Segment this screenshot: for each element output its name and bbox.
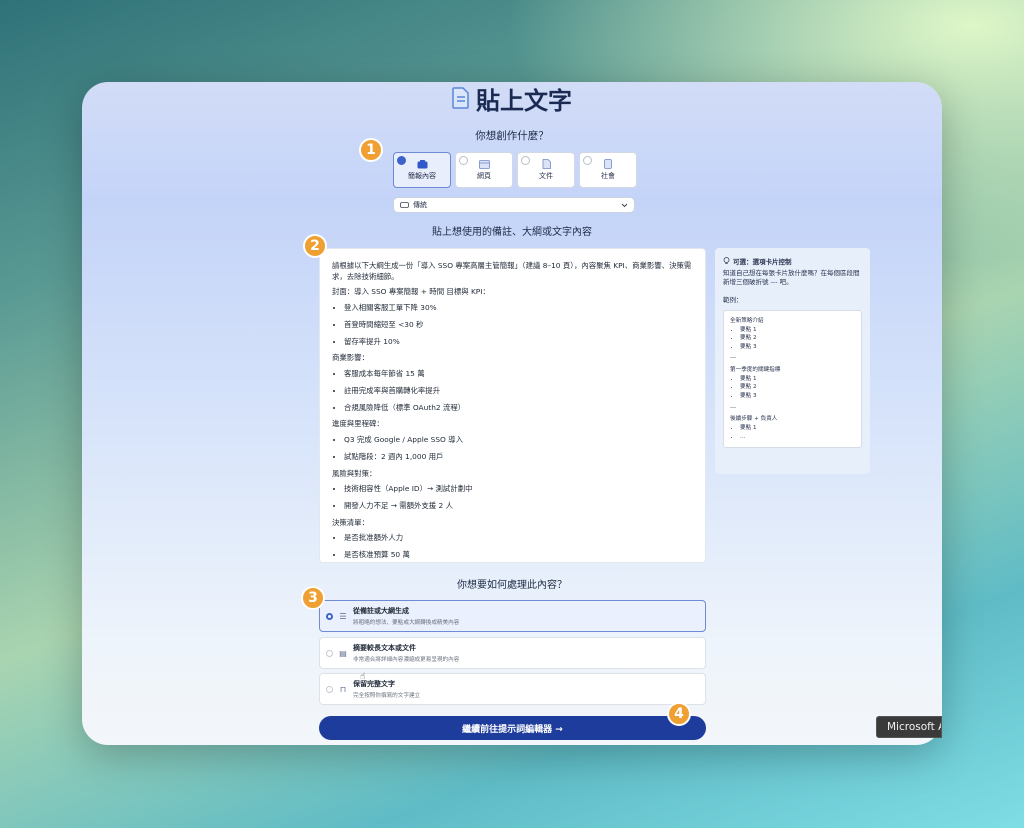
card-icon — [400, 202, 409, 208]
content-type-selector: 簡報內容 網頁 文件 社會 — [393, 152, 637, 188]
presentation-icon — [417, 159, 427, 168]
option-desc: 完全按照你撰寫的文字建立 — [353, 693, 421, 699]
page-title: 貼上文字 — [476, 86, 572, 115]
lightbulb-icon — [723, 257, 730, 264]
option-title: 摘要較長文本或文件 — [353, 644, 416, 652]
example-item: 要點 2 — [740, 334, 855, 343]
example-item: 要點 1 — [740, 326, 855, 335]
type-card-document[interactable]: 文件 — [517, 152, 575, 188]
list-item: 技術相容性（Apple ID）→ 測試計劃中 — [344, 484, 693, 495]
option-desc: 將粗略的想法、要點或大綱轉換成精美內容 — [353, 620, 460, 626]
radio-unchecked — [326, 685, 333, 693]
list-icon: ☰ — [339, 611, 347, 621]
example-item: ... — [740, 433, 855, 442]
document-icon — [452, 87, 469, 109]
webpage-icon — [478, 159, 490, 169]
paste-heading: 貼上想使用的備註、大綱或文字內容 — [432, 227, 592, 238]
step-badge-1: 1 — [359, 138, 383, 162]
type-label: 簡報內容 — [408, 171, 436, 180]
option-title: 從備註或大綱生成 — [353, 607, 409, 615]
step-badge-4: 4 — [667, 702, 691, 726]
type-card-presentation[interactable]: 簡報內容 — [393, 152, 451, 188]
example-heading: 第一季度的關鍵指標 — [730, 367, 781, 374]
example-heading: 全新策略介紹 — [730, 317, 764, 324]
example-item: 要點 3 — [740, 392, 855, 401]
content-textarea[interactable]: 請根據以下大綱生成一份「導入 SSO 專案高層主管簡報」（建議 8–10 頁），… — [319, 248, 706, 563]
option-desc: 非常適合將詳細內容濃縮成更易呈現的內容 — [353, 657, 460, 663]
type-label: 網頁 — [477, 171, 491, 180]
page-header: 貼上文字 — [82, 82, 942, 115]
section-heading: 封面：導入 SSO 專案簡報 + 時間 目標與 KPI： — [332, 287, 490, 297]
process-question: 你想要如何處理此內容？ — [457, 580, 567, 591]
type-card-social[interactable]: 社會 — [579, 152, 637, 188]
tip-example-box: 全新策略介紹 要點 1 要點 2 要點 3 --- 第一季度的關鍵指標 要點 1… — [723, 309, 862, 449]
list-item: 首登時間縮短至 <30 秒 — [344, 320, 693, 331]
document-icon — [542, 159, 551, 169]
example-item: 要點 2 — [740, 383, 855, 392]
create-question: 你想創作什麼？ — [475, 130, 549, 142]
radio-unchecked — [521, 156, 530, 165]
app-window: 貼上文字 你想創作什麼？ 簡報內容 網頁 文件 社會 傳統 貼上想使用的備註、大… — [82, 82, 942, 745]
list-item: Q3 完成 Google / Apple SSO 導入 — [344, 435, 693, 446]
radio-checked — [397, 156, 406, 165]
tip-title-text: 可選：選項卡片控制 — [733, 258, 792, 266]
list-item: 登入相關客服工單下降 30% — [344, 303, 693, 314]
option-generate[interactable]: ☰ 從備註或大綱生成 將粗略的想法、要點或大綱轉換成精美內容 — [319, 600, 706, 632]
editor-intro: 請根據以下大綱生成一份「導入 SSO 專案高層主管簡報」（建議 8–10 頁），… — [332, 261, 692, 281]
tip-example-label: 範例： — [723, 295, 743, 304]
section-heading: 決策清單： — [332, 517, 369, 527]
list-item: 合規風險降低（標準 OAuth2 流程） — [344, 403, 693, 414]
option-summarize[interactable]: ▤ 摘要較長文本或文件 非常適合將詳細內容濃縮成更易呈現的內容 — [319, 637, 706, 669]
type-label: 社會 — [601, 172, 615, 180]
list-item: 是否核准預算 50 萬 — [344, 550, 693, 561]
taskbar-tooltip: Microsoft A — [876, 716, 942, 738]
section-heading: 風險與對策： — [332, 468, 377, 478]
option-preserve[interactable]: ⊓ 保留完整文字 完全按照你撰寫的文字建立 — [319, 673, 706, 705]
section-heading: 商業影響： — [332, 353, 369, 363]
list-item: 客服成本每年節省 15 萬 — [344, 369, 693, 380]
type-label: 文件 — [539, 172, 553, 180]
file-icon: ▤ — [339, 648, 347, 658]
step-badge-2: 2 — [303, 234, 327, 258]
section-heading: 進度與里程碑： — [332, 419, 384, 429]
list-item: 註冊完成率與首購轉化率提升 — [344, 386, 693, 397]
type-card-webpage[interactable]: 網頁 — [455, 152, 513, 188]
example-item: 要點 1 — [740, 424, 855, 433]
list-item: 試點階段：2 週內 1,000 用戶 — [344, 452, 693, 463]
lock-icon: ⊓ — [339, 684, 347, 694]
example-heading: 後續步驟 + 負責人 — [730, 416, 778, 423]
list-item: 留存率提升 10% — [344, 337, 693, 348]
radio-unchecked — [583, 156, 592, 165]
example-separator: --- — [730, 355, 737, 362]
radio-unchecked — [459, 156, 468, 165]
hand-cursor-icon: ☝ — [360, 672, 366, 682]
list-item: 開發人力不足 → 需額外支援 2 人 — [344, 501, 693, 512]
style-dropdown[interactable]: 傳統 — [393, 197, 635, 213]
radio-unchecked — [326, 649, 333, 657]
continue-button[interactable]: 繼續前往提示詞編輯器 → — [319, 716, 706, 740]
tip-title: 可選：選項卡片控制 — [723, 256, 862, 266]
example-item: 要點 3 — [740, 343, 855, 352]
dropdown-value: 傳統 — [413, 201, 427, 209]
example-item: 要點 1 — [740, 375, 855, 384]
radio-checked — [326, 612, 333, 620]
chevron-down-icon — [621, 203, 628, 207]
step-badge-3: 3 — [301, 586, 325, 610]
example-separator: --- — [730, 404, 737, 411]
list-item: 是否批准額外人力 — [344, 533, 693, 544]
tip-body: 知道自己想在每張卡片放什麼嗎？在每個區段間新增三個破折號 --- 吧。 — [723, 269, 860, 287]
tip-panel: 可選：選項卡片控制 知道自己想在每張卡片放什麼嗎？在每個區段間新增三個破折號 -… — [715, 248, 870, 474]
social-icon — [604, 159, 612, 169]
